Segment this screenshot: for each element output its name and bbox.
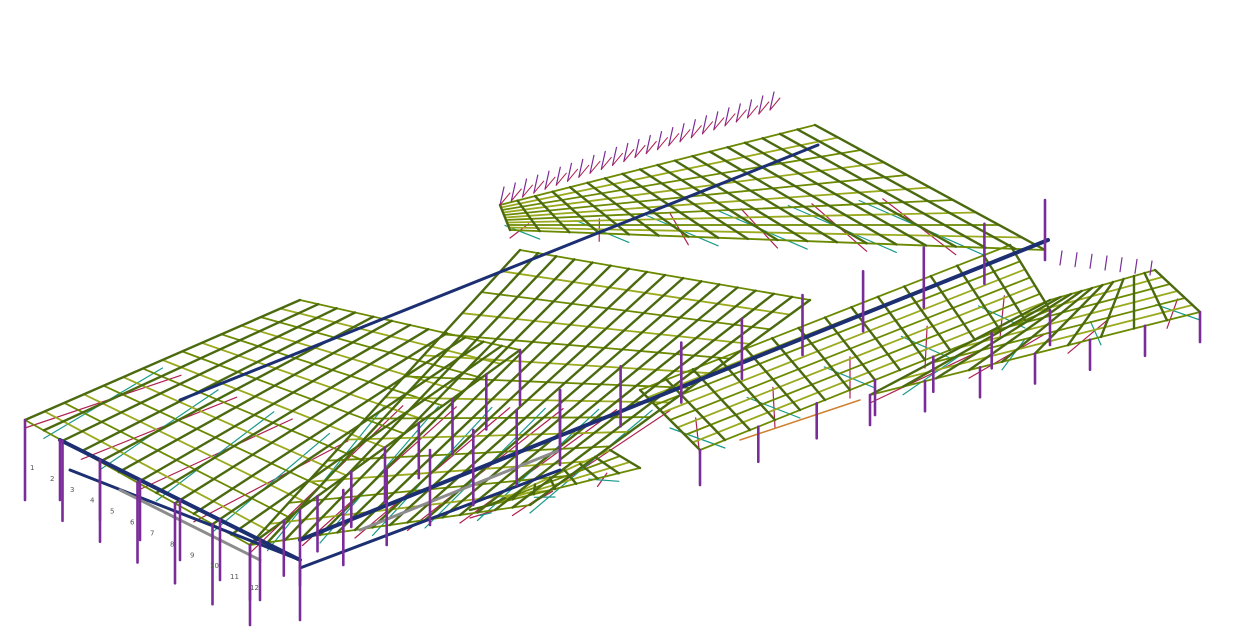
east-roof-post (1119, 257, 1123, 273)
east-roof-post (1104, 255, 1108, 271)
east-wing-rafter (967, 289, 1083, 372)
east-roof-post (1074, 252, 1078, 268)
east-wing-rafter (1099, 277, 1125, 339)
grid-label-gl-a3: 3 (70, 486, 74, 494)
grid-label-gl-a12: 12 (250, 584, 259, 592)
grid-label-gl-a9: 9 (190, 551, 194, 559)
east-roof-post (1134, 258, 1138, 274)
center-block-rafter (423, 280, 703, 522)
east-wing-rafter (1153, 268, 1202, 314)
east-roof-post (1149, 260, 1153, 276)
grid-label-gl-a8: 8 (170, 540, 174, 548)
center-block-rafter (458, 286, 739, 517)
steel-frame-3d-model[interactable]: 123456789101112 (0, 0, 1243, 638)
entrance-canopy-rafter (532, 483, 537, 496)
upper-block-rafter (621, 172, 720, 240)
grid-label-gl-a2: 2 (50, 475, 54, 483)
grid-label-gl-a4: 4 (90, 497, 95, 505)
entrance-canopy-rafter (608, 448, 642, 470)
upper-block-rafter (743, 141, 928, 247)
upper-block-rafter (796, 128, 1017, 251)
grid-label-gl-a5: 5 (110, 508, 114, 516)
upper-block-rafter (726, 145, 898, 246)
roof-purlins-layer (24, 124, 1201, 546)
east-wing-rafter (1143, 271, 1169, 322)
west-block-rafter (117, 319, 393, 474)
grid-label-gl-a10: 10 (210, 562, 219, 570)
east-roof-post (1089, 253, 1093, 269)
east-wing-bracing-red (1166, 298, 1179, 329)
grid-label-gl-a11: 11 (230, 573, 239, 581)
grid-label-gl-a7: 7 (150, 530, 154, 538)
upper-block-rafter (673, 159, 809, 243)
structural-model-viewport[interactable]: 1 2 3 4 5 6 7 8 9 10 11 12 (0, 0, 1243, 638)
grid-label-gl-a6: 6 (130, 519, 135, 527)
roof-rafters-layer (23, 123, 1202, 547)
upper-block-rafter (778, 132, 987, 250)
grid-label-gl-a1: 1 (30, 464, 34, 472)
east-roof-post (1059, 250, 1063, 266)
